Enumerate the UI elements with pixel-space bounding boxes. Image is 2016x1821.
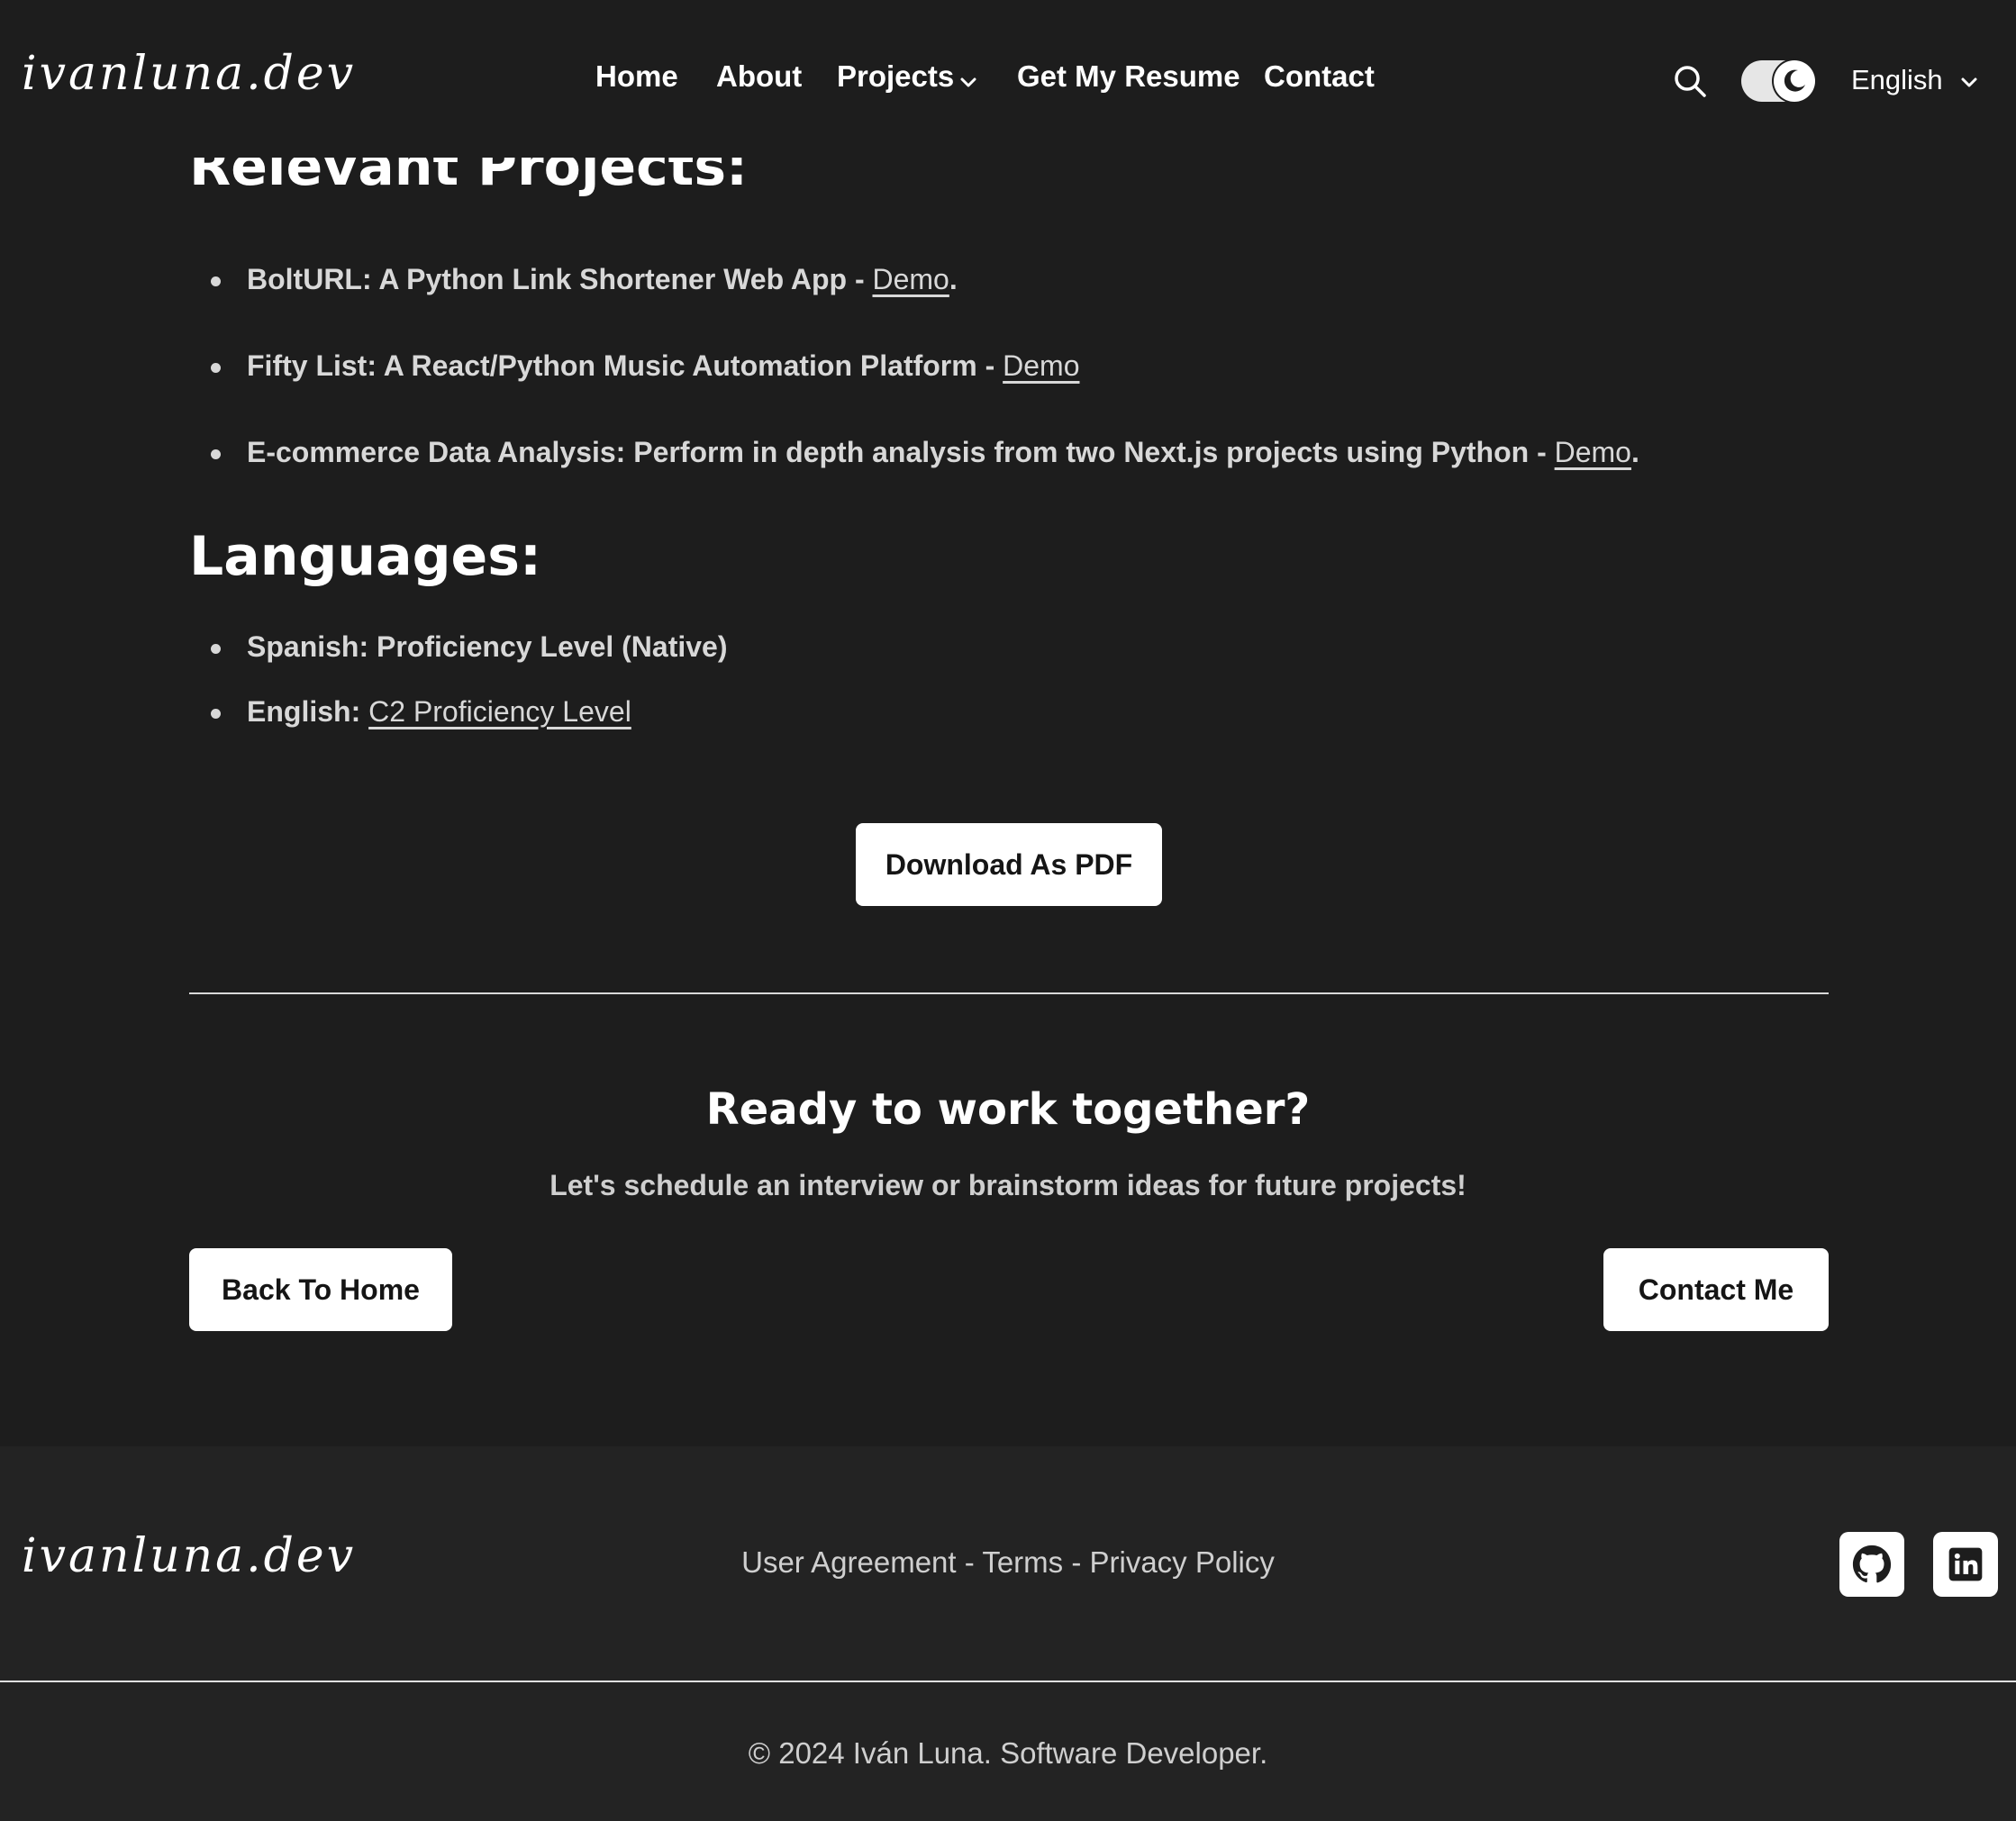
nav-about[interactable]: About bbox=[716, 59, 802, 94]
nav-contact[interactable]: Contact bbox=[1264, 59, 1375, 94]
nav-projects-label: Projects bbox=[837, 59, 955, 93]
language-select[interactable]: English bbox=[1851, 64, 1979, 96]
terms-link[interactable]: Terms bbox=[982, 1545, 1063, 1579]
back-to-home-button[interactable]: Back To Home bbox=[189, 1248, 452, 1331]
nav-home[interactable]: Home bbox=[595, 59, 678, 94]
punctuation: . bbox=[949, 263, 958, 295]
project-text: E-commerce Data Analysis: Perform in dep… bbox=[247, 436, 1555, 468]
language-text: English: bbox=[247, 695, 369, 728]
download-pdf-button[interactable]: Download As PDF bbox=[856, 823, 1162, 906]
language-label: English bbox=[1851, 64, 1943, 95]
linkedin-icon[interactable] bbox=[1933, 1532, 1998, 1597]
bullet-icon bbox=[211, 449, 221, 459]
moon-icon bbox=[1774, 60, 1815, 102]
nav-projects[interactable]: Projects bbox=[837, 59, 977, 95]
language-text: Spanish: Proficiency Level (Native) bbox=[247, 630, 728, 663]
bullet-icon bbox=[211, 363, 221, 373]
project-demo-link[interactable]: Demo bbox=[872, 263, 949, 295]
separator: - bbox=[1063, 1545, 1090, 1579]
footer-divider bbox=[0, 1681, 2016, 1682]
nav-resume[interactable]: Get My Resume bbox=[1017, 59, 1240, 94]
site-header: ivanluna.dev Home About Projects Get My … bbox=[0, 0, 2016, 158]
bullet-icon bbox=[211, 644, 221, 654]
github-icon[interactable] bbox=[1839, 1532, 1904, 1597]
punctuation: . bbox=[1630, 436, 1639, 468]
user-agreement-link[interactable]: User Agreement bbox=[741, 1545, 956, 1579]
proficiency-link[interactable]: C2 Proficiency Level bbox=[368, 695, 631, 728]
theme-toggle[interactable] bbox=[1741, 60, 1815, 102]
copyright-text: © 2024 Iván Luna. Software Developer. bbox=[748, 1736, 1268, 1770]
contact-me-button[interactable]: Contact Me bbox=[1603, 1248, 1829, 1331]
project-demo-link[interactable]: Demo bbox=[1003, 349, 1079, 382]
project-demo-link[interactable]: Demo bbox=[1555, 436, 1631, 468]
languages-heading: Languages: bbox=[189, 525, 541, 588]
cta-title: Ready to work together? bbox=[705, 1084, 1311, 1135]
section-divider bbox=[189, 992, 1829, 994]
main-nav: Home About Projects Get My Resume Contac… bbox=[0, 59, 2016, 104]
project-text: Fifty List: A React/Python Music Automat… bbox=[247, 349, 1003, 382]
search-icon[interactable] bbox=[1672, 63, 1708, 99]
chevron-down-icon bbox=[959, 61, 977, 95]
cta-subtitle: Let's schedule an interview or brainstor… bbox=[549, 1169, 1467, 1201]
privacy-policy-link[interactable]: Privacy Policy bbox=[1089, 1545, 1274, 1579]
site-footer: ivanluna.dev User Agreement - Terms - Pr… bbox=[0, 1446, 2016, 1821]
project-text: BoltURL: A Python Link Shortener Web App… bbox=[247, 263, 873, 295]
bullet-icon bbox=[211, 276, 221, 286]
footer-links: User Agreement - Terms - Privacy Policy bbox=[0, 1545, 2016, 1580]
bullet-icon bbox=[211, 709, 221, 719]
chevron-down-icon bbox=[1961, 77, 1977, 87]
separator: - bbox=[956, 1545, 983, 1579]
